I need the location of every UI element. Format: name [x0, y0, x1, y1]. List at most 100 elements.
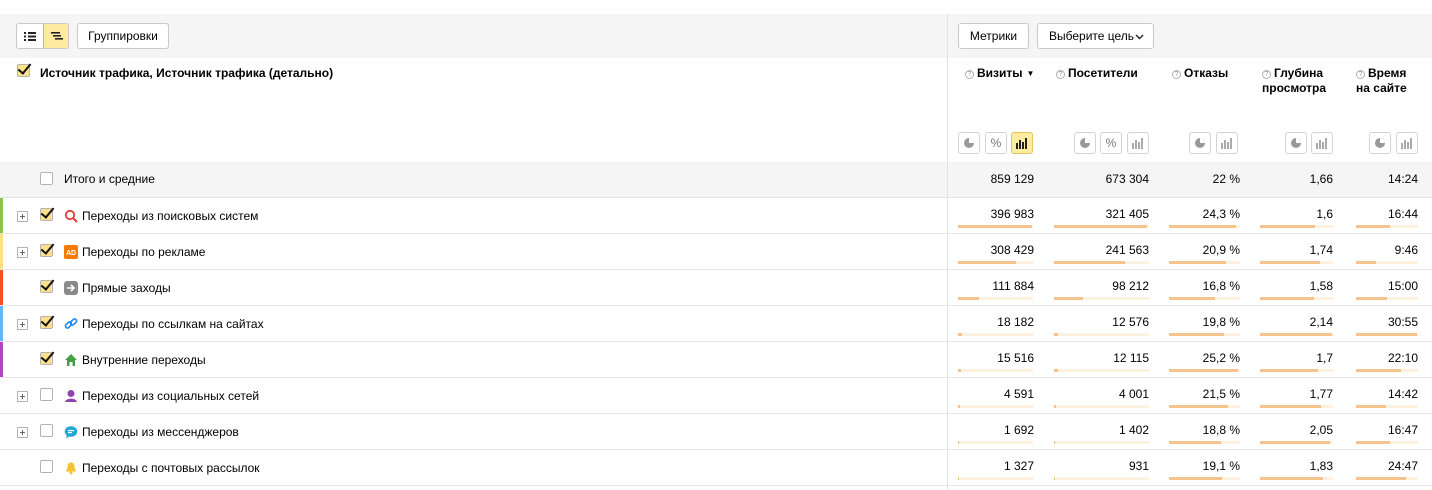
row-checkbox[interactable] [40, 244, 53, 257]
row-value: 396 983 [990, 207, 1034, 221]
row-checkbox[interactable] [40, 316, 53, 329]
pie-chart-icon[interactable] [1285, 132, 1307, 154]
row-label[interactable]: Переходы из поисковых систем [82, 209, 258, 223]
expand-button[interactable] [17, 247, 28, 258]
value-bar-track [958, 261, 1033, 264]
goal-select[interactable]: Выберите цель [1037, 23, 1154, 49]
row-label[interactable]: Переходы по ссылкам на сайтах [82, 317, 264, 331]
sort-desc-icon[interactable]: ▼ [1027, 69, 1035, 78]
expand-button[interactable] [17, 427, 28, 438]
row-value: 16:47 [1387, 423, 1418, 437]
table-row[interactable]: Переходы по ссылкам на сайтах 18 182 12 57… [0, 306, 1432, 342]
messenger-icon [64, 425, 78, 439]
expand-button[interactable] [17, 211, 28, 222]
help-icon[interactable]: ? [1056, 70, 1065, 79]
value-bar-track [1356, 477, 1418, 480]
column-depth[interactable]: ? Глубина просмотра [1262, 66, 1342, 96]
expand-button[interactable] [17, 391, 28, 402]
column-visitors[interactable]: ? Посетители [1056, 66, 1138, 81]
row-value: 1 402 [1118, 423, 1149, 437]
value-bar-fill [1260, 261, 1320, 264]
table-row[interactable]: Переходы из социальных сетей 4 591 4 001 21… [0, 378, 1432, 414]
value-bar-track [1169, 405, 1240, 408]
row-value: 19,1 % [1202, 459, 1240, 473]
table-row[interactable]: Переходы из мессенджеров 1 692 1 402 18,8 %… [0, 414, 1432, 450]
row-label[interactable]: Переходы по рекламе [82, 245, 205, 259]
help-icon[interactable]: ? [965, 70, 974, 79]
help-icon[interactable]: ? [1262, 70, 1271, 79]
groupings-button[interactable]: Группировки [77, 23, 169, 49]
value-bar-fill [1054, 333, 1058, 336]
pie-chart-icon[interactable] [1369, 132, 1391, 154]
row-checkbox[interactable] [40, 172, 53, 185]
row-value: 4 591 [1003, 387, 1034, 401]
expand-button[interactable] [17, 319, 28, 330]
row-label[interactable]: Переходы из социальных сетей [82, 389, 259, 403]
value-bar-track [1260, 297, 1333, 300]
table-row[interactable]: Прямые заходы 111 884 98 212 16,8 % 1,58 15:0… [0, 270, 1432, 306]
dimension-checkbox[interactable] [17, 64, 30, 77]
row-value: 24:47 [1387, 459, 1418, 473]
column-bounces[interactable]: ? Отказы [1172, 66, 1228, 81]
pie-chart-icon[interactable] [1074, 132, 1096, 154]
row-label[interactable]: Переходы с почтовых рассылок [82, 461, 260, 475]
bar-chart-icon[interactable] [1127, 132, 1149, 154]
row-checkbox[interactable] [40, 460, 53, 473]
value-bar-track [1260, 441, 1333, 444]
tree-view-button[interactable] [43, 24, 68, 48]
row-checkbox[interactable] [40, 424, 53, 437]
row-checkbox[interactable] [40, 280, 53, 293]
value-bar-fill [1169, 333, 1224, 336]
bar-chart-icon[interactable] [1216, 132, 1238, 154]
value-bar-fill [1356, 369, 1401, 372]
list-icon [24, 32, 36, 41]
value-bar-track [1356, 225, 1418, 228]
bar-chart-icon[interactable] [1011, 132, 1033, 154]
row-value: 16,8 % [1202, 279, 1240, 293]
value-bar-fill [958, 261, 1016, 264]
column-time[interactable]: ? Время на сайте [1356, 66, 1416, 96]
value-bar-fill [958, 441, 959, 444]
total-value: 14:24 [1387, 172, 1418, 186]
row-label[interactable]: Прямые заходы [82, 281, 171, 295]
value-bar-track [1356, 297, 1418, 300]
column-divider [947, 14, 948, 490]
bar-chart-icon[interactable] [1311, 132, 1333, 154]
value-bar-fill [1260, 441, 1330, 444]
value-bar-track [1356, 333, 1418, 336]
value-bar-fill [958, 297, 979, 300]
row-label[interactable]: Переходы из мессенджеров [82, 425, 239, 439]
series-color-bar [0, 306, 3, 341]
help-icon[interactable]: ? [1172, 70, 1181, 79]
value-bar-track [1169, 477, 1240, 480]
value-bar-track [1169, 261, 1240, 264]
row-checkbox[interactable] [40, 352, 53, 365]
row-value: 12 576 [1112, 315, 1149, 329]
help-icon[interactable]: ? [1356, 70, 1365, 79]
value-bar-track [1260, 369, 1333, 372]
metrics-button[interactable]: Метрики [958, 23, 1029, 49]
row-value: 111 884 [992, 279, 1034, 293]
value-bar-fill [1169, 477, 1222, 480]
link-icon [64, 317, 78, 331]
column-visits[interactable]: ? Визиты ▼ [965, 66, 1034, 81]
percent-icon[interactable]: % [1100, 132, 1122, 154]
value-bar-fill [1356, 225, 1390, 228]
value-bar-fill [1356, 261, 1376, 264]
table-row[interactable]: Внутренние переходы 15 516 12 115 25,2 % 1,7… [0, 342, 1432, 378]
row-checkbox[interactable] [40, 208, 53, 221]
list-view-button[interactable] [17, 24, 43, 48]
column-depth-label: Глубина просмотра [1262, 66, 1327, 95]
pie-chart-icon[interactable] [1189, 132, 1211, 154]
value-bar-fill [1054, 369, 1058, 372]
bar-chart-icon[interactable] [1396, 132, 1418, 154]
row-label[interactable]: Внутренние переходы [82, 353, 206, 367]
table-row[interactable]: Переходы с почтовых рассылок 1 327 931 19,1… [0, 450, 1432, 486]
total-row: Итого и средние 859 129 673 304 22 % 1,66 14:… [0, 162, 1432, 198]
row-checkbox[interactable] [40, 388, 53, 401]
table-row[interactable]: Переходы из поисковых систем 396 983 321 4… [0, 198, 1432, 234]
series-color-bar [0, 198, 3, 233]
pie-chart-icon[interactable] [958, 132, 980, 154]
percent-icon[interactable]: % [985, 132, 1007, 154]
table-row[interactable]: AD Переходы по рекламе 308 429 241 563 20,9 … [0, 234, 1432, 270]
